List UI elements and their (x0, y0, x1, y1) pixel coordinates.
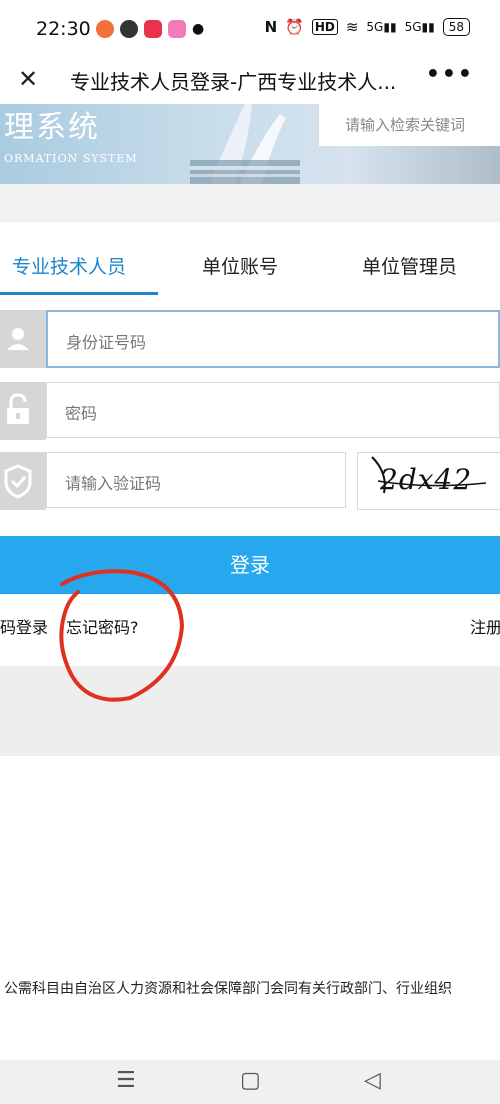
captcha-image[interactable]: 2dx42 (357, 452, 500, 510)
battery-indicator: 58 (442, 18, 470, 36)
back-icon[interactable]: ◁ (364, 1068, 381, 1093)
alarm-icon: ⏰ (285, 18, 304, 36)
banner-logo-subtitle: ORMATION SYSTEM (4, 152, 138, 165)
system-nav-bar: ☰ ▢ ◁ (0, 1060, 500, 1104)
active-tab-underline (0, 292, 158, 295)
login-type-tabs: 专业技术人员 单位账号 单位管理员 (0, 222, 500, 296)
more-notifications-dot: ● (192, 21, 205, 37)
captcha-placeholder: 请输入验证码 (65, 474, 162, 493)
app-icon-red (144, 20, 162, 38)
lock-icon (0, 382, 46, 440)
banner-logo-text: 理系统 (4, 110, 100, 145)
home-icon[interactable]: ▢ (240, 1068, 261, 1093)
wifi-icon: ≋ (345, 18, 359, 36)
captcha-row: 请输入验证码 2dx42 (0, 452, 500, 510)
shield-icon (0, 452, 46, 510)
status-time: 22:30 (36, 18, 91, 40)
footer-area: 公需科目由自治区人力资源和社会保障部门会同有关行政部门、行业组织 (0, 756, 500, 1060)
page-title: 专业技术人员登录-广西专业技术人... (70, 70, 397, 94)
forgot-password-link[interactable]: 忘记密码? (66, 614, 139, 638)
footer-notice: 公需科目由自治区人力资源和社会保障部门会同有关行政部门、行业组织 (4, 981, 452, 997)
app-icon-orange (96, 20, 114, 38)
register-link[interactable]: 注册 (470, 614, 500, 638)
id-number-input[interactable]: 身份证号码 (46, 310, 500, 368)
signal-5g-2: 5G▮▮ (404, 20, 435, 34)
id-number-row: 身份证号码 (0, 310, 500, 368)
status-bar: 22:30 ● N ⏰ HD ≋ 5G▮▮ 5G▮▮ 58 (0, 0, 500, 58)
wechat-icon (120, 20, 138, 38)
id-number-placeholder: 身份证号码 (66, 333, 147, 352)
notification-icons: ● (96, 20, 204, 38)
login-panel: 专业技术人员 单位账号 单位管理员 身份证号码 密码 请输入验证码 2dx42 … (0, 222, 500, 666)
signal-5g-1: 5G▮▮ (366, 20, 397, 34)
nfc-icon: N (264, 18, 278, 36)
app-icon-pink (168, 20, 186, 38)
auxiliary-links: 扫码登录 忘记密码? 注册 (0, 614, 500, 644)
captcha-input[interactable]: 请输入验证码 (46, 452, 346, 508)
more-options-icon[interactable]: ••• (426, 62, 474, 87)
password-row: 密码 (0, 382, 500, 440)
tab-professional[interactable]: 专业技术人员 (12, 252, 126, 279)
tab-unit-account[interactable]: 单位账号 (202, 252, 278, 279)
close-icon[interactable]: ✕ (14, 64, 42, 94)
browser-title-bar: ✕ 专业技术人员登录-广西专业技术人... ••• (0, 58, 500, 104)
header-banner: 理系统 ORMATION SYSTEM 请输入检索关键词 (0, 104, 500, 184)
system-status-icons: N ⏰ HD ≋ 5G▮▮ 5G▮▮ 58 (265, 18, 470, 36)
search-placeholder: 请输入检索关键词 (345, 116, 466, 134)
search-box[interactable]: 请输入检索关键词 (318, 104, 500, 146)
login-button[interactable]: 登录 (0, 536, 500, 594)
separator-band (0, 666, 500, 756)
captcha-text: 2dx42 (380, 463, 473, 496)
hd-badge: HD (311, 19, 338, 35)
password-input[interactable]: 密码 (46, 382, 500, 438)
password-placeholder: 密码 (65, 404, 98, 423)
banner-building-image (190, 104, 300, 184)
menu-icon[interactable]: ☰ (116, 1068, 136, 1093)
user-icon (0, 310, 46, 368)
tab-unit-admin[interactable]: 单位管理员 (362, 252, 457, 279)
scan-login-link[interactable]: 扫码登录 (0, 614, 48, 638)
